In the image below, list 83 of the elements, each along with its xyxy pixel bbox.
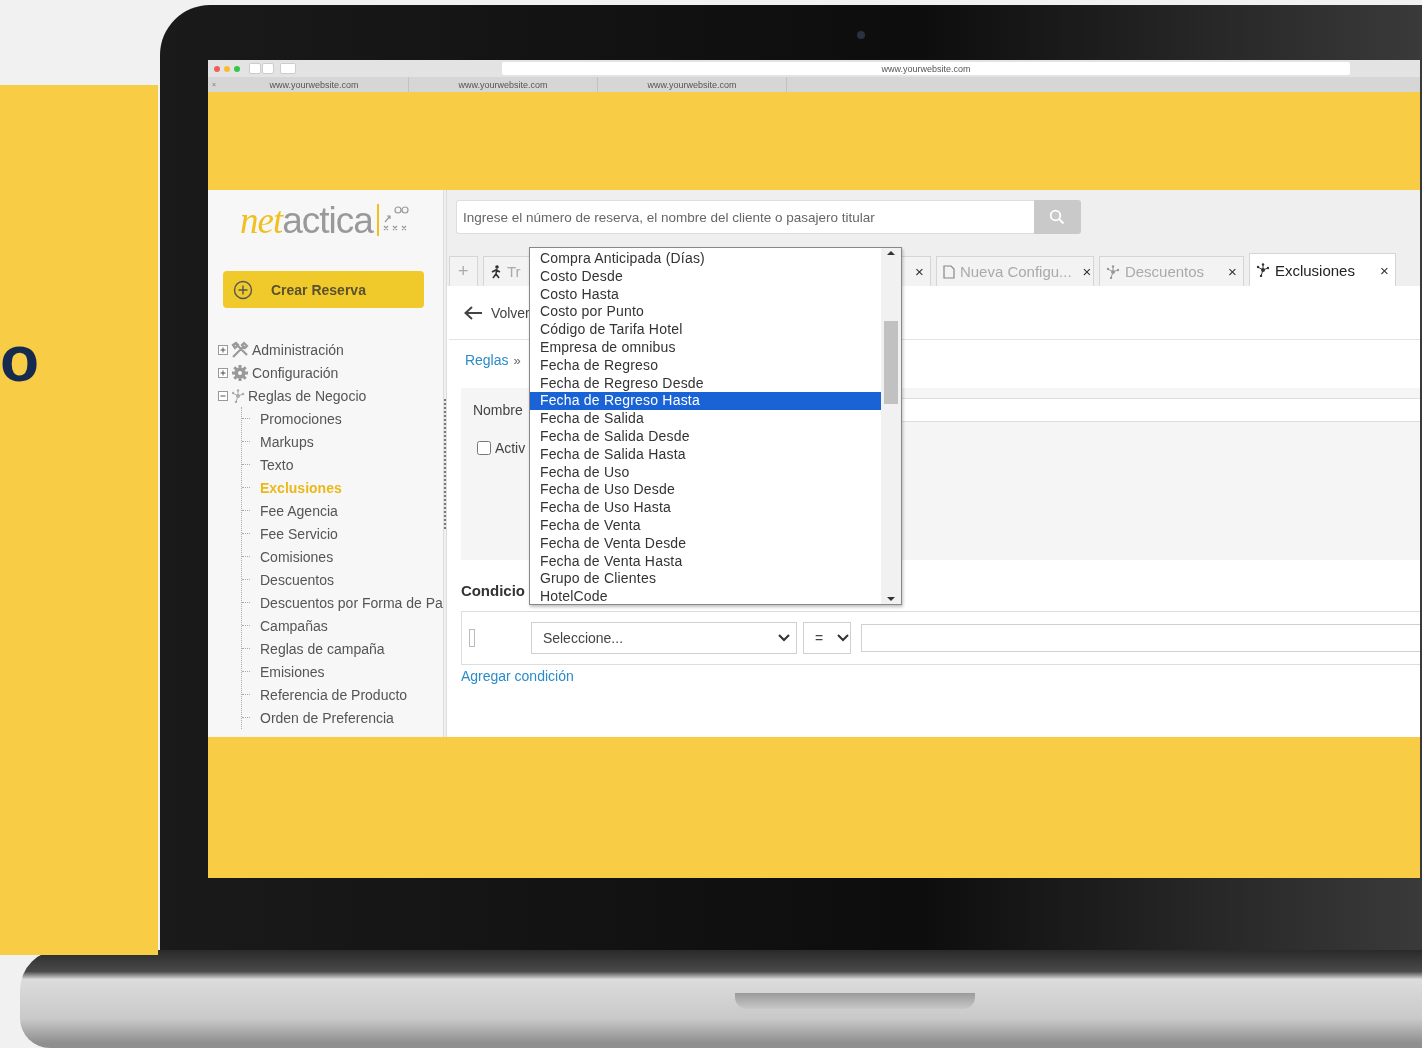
tree-item[interactable]: Campañas bbox=[260, 617, 328, 634]
dropdown-option[interactable]: Código de Tarifa Hotel bbox=[529, 321, 881, 339]
dropdown-option[interactable]: Costo por Punto bbox=[529, 303, 881, 322]
dropdown-option[interactable]: Empresa de omnibus bbox=[529, 339, 881, 357]
tree-item[interactable]: Fee Agencia bbox=[260, 502, 338, 519]
scroll-up-icon[interactable] bbox=[885, 248, 896, 258]
tree-item[interactable]: Referencia de Producto bbox=[260, 686, 408, 703]
logo-text: netactica bbox=[240, 198, 373, 242]
dropdown-option[interactable]: Costo Desde bbox=[529, 267, 881, 286]
section-heading: Condicio bbox=[460, 582, 526, 599]
dropdown-option[interactable]: Fecha de Venta bbox=[529, 516, 881, 535]
tree-item[interactable]: Descuentos bbox=[260, 571, 334, 588]
tree-item[interactable]: Promociones bbox=[260, 410, 342, 427]
plus-circle-icon bbox=[233, 279, 253, 300]
tab[interactable]: Exclusiones × bbox=[1248, 253, 1396, 286]
tree-item[interactable]: Comisiones bbox=[260, 548, 334, 565]
dropdown-option[interactable]: Fecha de Regreso Desde bbox=[529, 374, 881, 393]
dropdown-option[interactable]: Fecha de Uso Hasta bbox=[529, 499, 881, 517]
scrollbar-thumb[interactable] bbox=[883, 321, 898, 404]
field-select[interactable]: Seleccione... bbox=[530, 622, 797, 654]
dropdown-option[interactable]: Fecha de Salida bbox=[529, 410, 881, 428]
tree-item[interactable]: Fee Servicio bbox=[260, 525, 338, 542]
dropdown-option[interactable]: Fecha de Salida Desde bbox=[529, 427, 881, 446]
camera-dot bbox=[857, 31, 865, 39]
back-arrow-icon[interactable] bbox=[462, 304, 483, 321]
checkbox[interactable] bbox=[476, 441, 491, 455]
dropdown-option[interactable]: Fecha de Salida Hasta bbox=[529, 445, 881, 464]
search-field[interactable]: Ingrese el número de reserva, el nombre del cliente o pasajero titular bbox=[455, 200, 1034, 234]
dropdown-option[interactable]: Fecha de Uso Desde bbox=[529, 481, 881, 500]
address-bar[interactable]: www.yourwebsite.com bbox=[502, 62, 1350, 75]
dropdown-option[interactable]: HotelCode bbox=[529, 588, 881, 604]
tab-close-button[interactable]: × bbox=[1076, 263, 1092, 280]
dropdown-option[interactable]: Costo Hasta bbox=[529, 285, 881, 304]
back-link[interactable]: Volver bbox=[490, 304, 530, 321]
tree-item[interactable]: Emisiones bbox=[260, 663, 325, 680]
dropdown-option[interactable]: Fecha de Regreso bbox=[529, 356, 881, 375]
create-booking-button[interactable]: Crear Reserva bbox=[223, 271, 424, 308]
tree-item[interactable]: Descuentos por Forma de Pa bbox=[260, 594, 443, 611]
operator-select[interactable]: = bbox=[802, 622, 851, 654]
expander-icon[interactable] bbox=[218, 367, 228, 378]
dropdown-option[interactable]: Fecha de Uso bbox=[529, 463, 881, 482]
value-field[interactable] bbox=[860, 624, 1420, 652]
gear-icon bbox=[231, 363, 249, 382]
tree-item[interactable]: Configuración bbox=[208, 361, 443, 384]
play-diagram-icon bbox=[376, 202, 411, 238]
tree-item[interactable]: Orden de Preferencia bbox=[260, 709, 394, 726]
expander-icon[interactable] bbox=[218, 390, 228, 401]
field-label: Nombre bbox=[472, 402, 523, 418]
tree-item[interactable]: Texto bbox=[260, 456, 294, 473]
chevron-down-icon bbox=[837, 634, 850, 642]
tree-item[interactable]: Reglas de campaña bbox=[260, 640, 385, 657]
search-icon bbox=[1049, 209, 1066, 225]
tab-close-button[interactable]: × bbox=[1374, 261, 1389, 279]
window-controls-icon bbox=[213, 64, 243, 73]
nodes-icon bbox=[1255, 263, 1270, 277]
dropdown-option[interactable]: Grupo de Clientes bbox=[529, 570, 881, 589]
tree-item[interactable]: Markups bbox=[260, 433, 314, 450]
tab-close-button[interactable]: × bbox=[1222, 263, 1237, 280]
tools-icon bbox=[231, 340, 249, 359]
tab-close-button[interactable]: × bbox=[909, 263, 924, 280]
chevron-down-icon bbox=[777, 634, 790, 642]
add-condition-link[interactable]: Agregar condición bbox=[460, 668, 574, 684]
checkbox-label: Activ bbox=[494, 440, 526, 456]
scroll-down-icon[interactable] bbox=[885, 594, 896, 604]
dropdown-option[interactable]: Fecha de Venta Desde bbox=[529, 534, 881, 553]
sidebar-toggle[interactable] bbox=[280, 63, 296, 74]
tab[interactable]: Descuentos × bbox=[1098, 256, 1244, 286]
scrollbar[interactable] bbox=[880, 248, 901, 604]
expander-icon[interactable] bbox=[218, 344, 228, 355]
breadcrumb-separator: » bbox=[513, 352, 521, 368]
walking-person-icon bbox=[489, 264, 502, 279]
dropdown-option[interactable]: Fecha de Venta Hasta bbox=[529, 552, 881, 571]
dropdown-option[interactable]: Fecha de Regreso Hasta bbox=[529, 392, 881, 411]
tree-item[interactable]: Administración bbox=[208, 338, 443, 361]
tab[interactable]: Nueva Configu... × bbox=[935, 256, 1094, 286]
heading-text: o bbox=[0, 327, 40, 391]
breadcrumb-link[interactable]: Reglas bbox=[464, 352, 509, 368]
dropdown-option[interactable]: Compra Anticipada (Días) bbox=[529, 250, 881, 268]
tree-item[interactable]: Reglas de Negocio bbox=[208, 384, 443, 407]
nodes-icon bbox=[231, 388, 245, 403]
page-icon bbox=[942, 264, 955, 279]
drag-handle[interactable] bbox=[468, 629, 475, 647]
nodes-icon bbox=[1105, 264, 1120, 279]
